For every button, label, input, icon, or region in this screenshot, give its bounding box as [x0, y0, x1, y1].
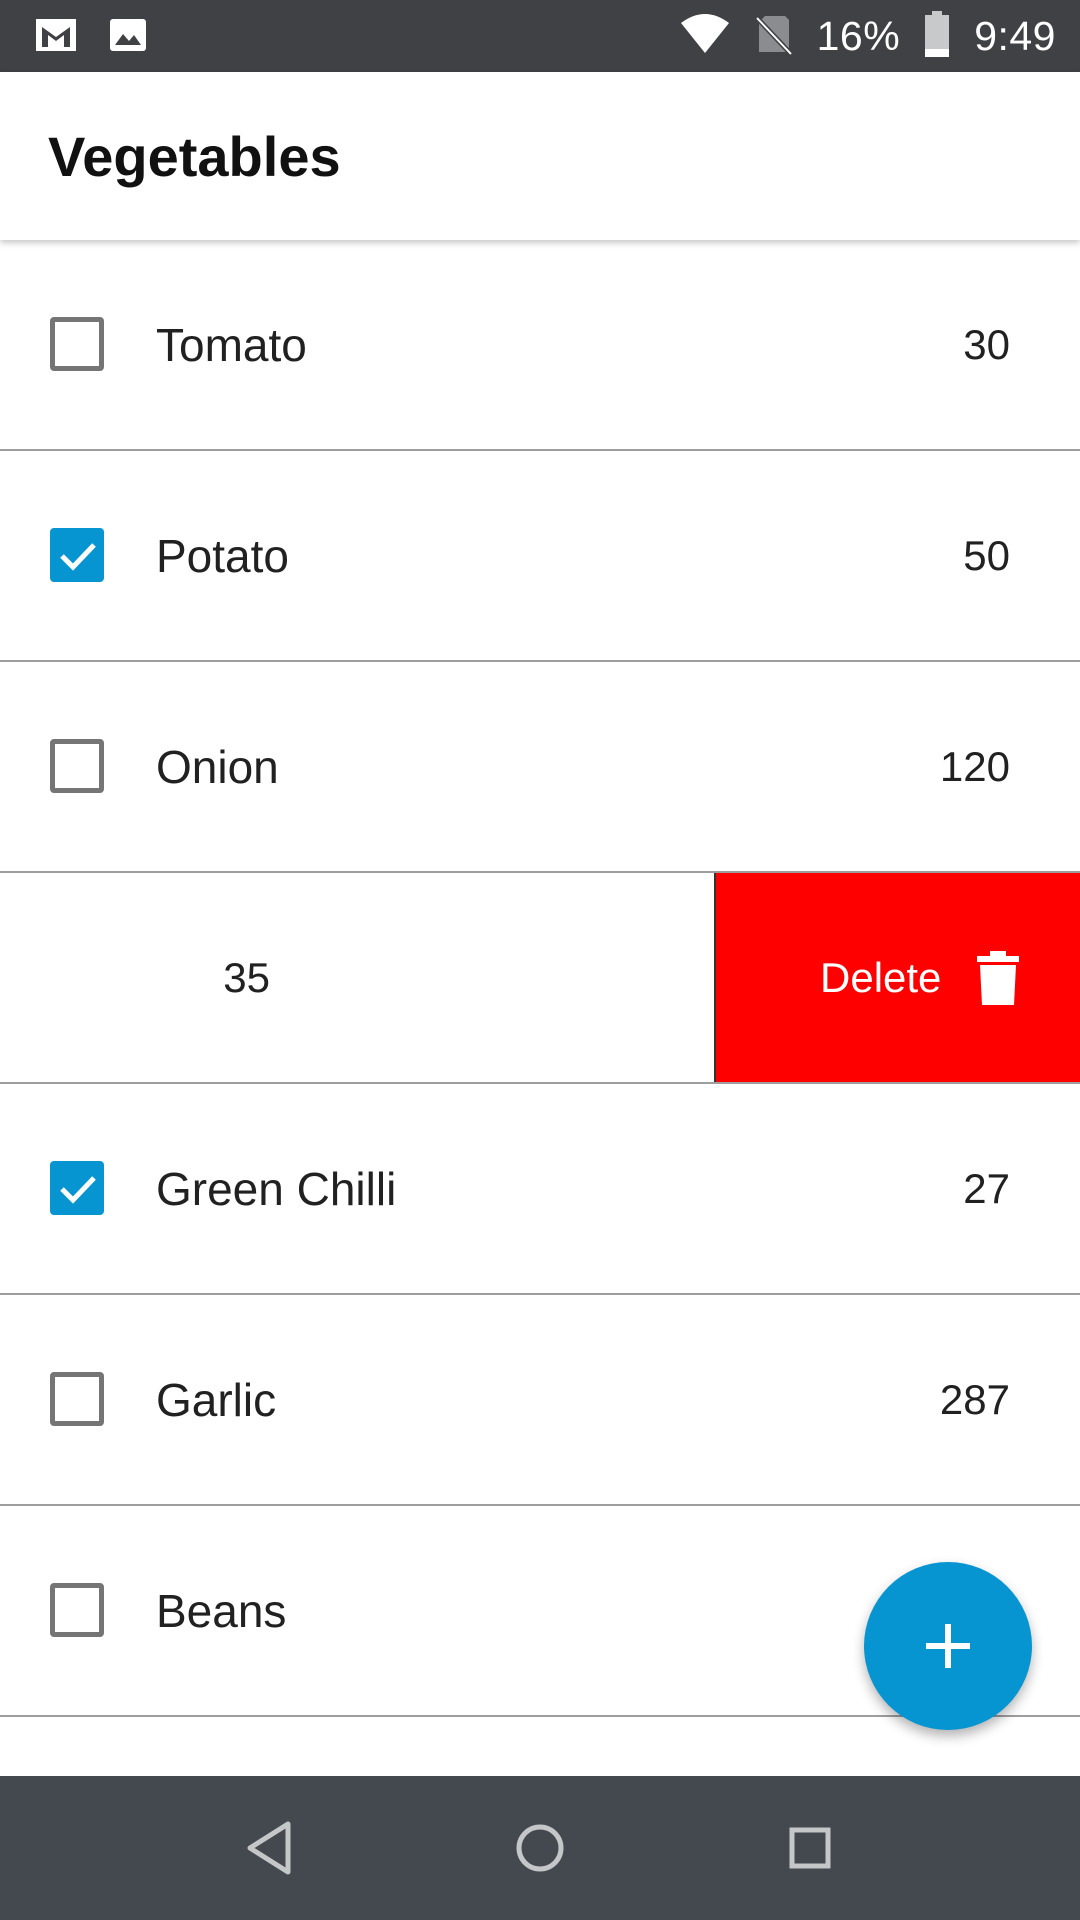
status-bar-notifications [34, 16, 148, 59]
battery-percent: 16% [816, 12, 901, 59]
list-item[interactable]: Onion 120 [0, 662, 1080, 873]
item-quantity: 50 [963, 531, 1010, 579]
item-name: Green Chilli [156, 1162, 397, 1215]
item-name: Tomato [156, 318, 307, 371]
item-checkbox[interactable] [50, 1583, 104, 1637]
item-quantity: 30 [963, 320, 1010, 368]
wifi-icon [679, 13, 731, 60]
delete-button[interactable]: Delete [714, 873, 1080, 1082]
app-bar: Vegetables [0, 72, 1080, 240]
check-icon [60, 1176, 96, 1204]
page-title: Vegetables [48, 125, 341, 188]
home-icon[interactable] [508, 1816, 572, 1880]
item-quantity: 120 [939, 742, 1010, 790]
item-checkbox[interactable] [50, 739, 104, 793]
list-item-swiped[interactable]: ngers 35 Delete [0, 873, 1080, 1084]
item-checkbox[interactable] [50, 317, 104, 371]
recents-icon[interactable] [778, 1816, 842, 1880]
no-sim-icon [754, 12, 793, 61]
list-item[interactable]: Potato 50 [0, 451, 1080, 662]
item-name: Onion [156, 740, 279, 793]
item-checkbox[interactable] [50, 528, 104, 582]
list-item[interactable]: Tomato 30 [0, 240, 1080, 451]
item-quantity: 287 [939, 1375, 1010, 1423]
item-name: Potato [156, 529, 289, 582]
gmail-icon [34, 16, 78, 59]
navigation-bar [0, 1776, 1080, 1920]
swiped-item-content[interactable]: ngers 35 [0, 873, 714, 1082]
add-item-button[interactable] [864, 1562, 1032, 1730]
battery-icon [924, 10, 950, 63]
check-icon [60, 543, 96, 571]
status-bar: 16% 9:49 [0, 0, 1080, 72]
trash-icon [976, 951, 1020, 1010]
list-item[interactable]: Green Chilli 27 [0, 1084, 1080, 1295]
vegetable-list[interactable]: Tomato 30 Potato 50 Onion 120 ngers 35 D… [0, 240, 1080, 1717]
delete-label: Delete [820, 953, 942, 1001]
back-icon[interactable] [238, 1816, 302, 1880]
clock: 9:49 [974, 12, 1056, 59]
item-name: Beans [156, 1584, 287, 1637]
status-bar-system: 16% 9:49 [679, 0, 1056, 72]
image-icon [108, 16, 148, 59]
list-item[interactable]: Garlic 287 [0, 1295, 1080, 1506]
item-name: Garlic [156, 1373, 277, 1426]
item-checkbox[interactable] [50, 1372, 104, 1426]
item-quantity: 35 [223, 953, 270, 1001]
item-quantity: 27 [963, 1164, 1010, 1212]
item-checkbox[interactable] [50, 1161, 104, 1215]
add-icon [926, 1624, 970, 1668]
